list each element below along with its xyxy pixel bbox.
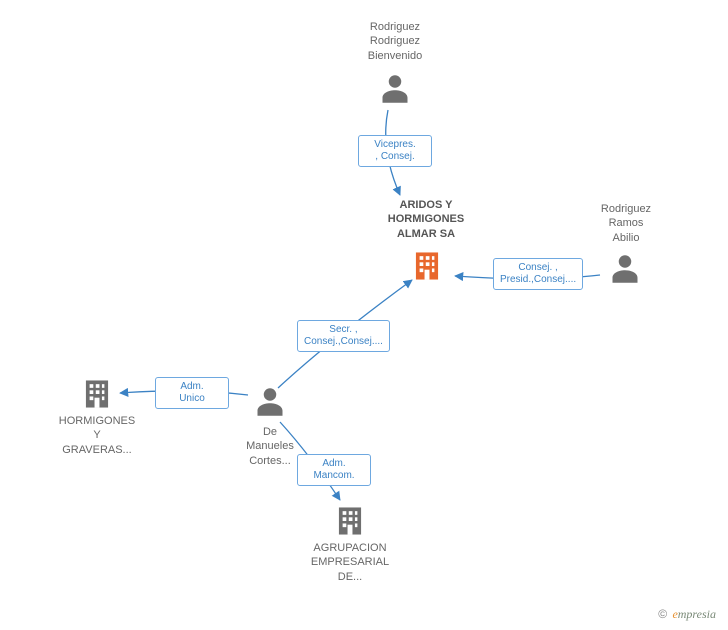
edge-label-center[interactable]: Secr. , Consej.,Consej.... [297, 320, 390, 352]
person-right-label: Rodriguez Ramos Abilio [566, 202, 686, 245]
building-icon[interactable] [82, 378, 112, 410]
diagram-canvas: Rodriguez Rodriguez Bienvenido ARIDOS Y … [0, 0, 728, 630]
person-icon[interactable] [610, 252, 640, 286]
building-icon[interactable] [335, 505, 365, 537]
company-main-label: ARIDOS Y HORMIGONES ALMAR SA [366, 198, 486, 241]
brand-rest: mpresia [678, 607, 716, 621]
edge-label-left[interactable]: Adm. Unico [155, 377, 229, 409]
edge-label-right[interactable]: Consej. , Presid.,Consej.... [493, 258, 583, 290]
company-left-label: HORMIGONES Y GRAVERAS... [37, 414, 157, 457]
edge-label-bottom[interactable]: Adm. Mancom. [297, 454, 371, 486]
person-top-label: Rodriguez Rodriguez Bienvenido [335, 20, 455, 63]
person-icon[interactable] [380, 72, 410, 106]
building-icon[interactable] [412, 250, 442, 282]
footer-brand: © empresia [658, 607, 716, 622]
copyright-symbol: © [658, 607, 667, 621]
edge-label-top[interactable]: Vicepres. , Consej. [358, 135, 432, 167]
person-icon[interactable] [255, 385, 285, 419]
company-bottom-label: AGRUPACION EMPRESARIAL DE... [290, 541, 410, 584]
